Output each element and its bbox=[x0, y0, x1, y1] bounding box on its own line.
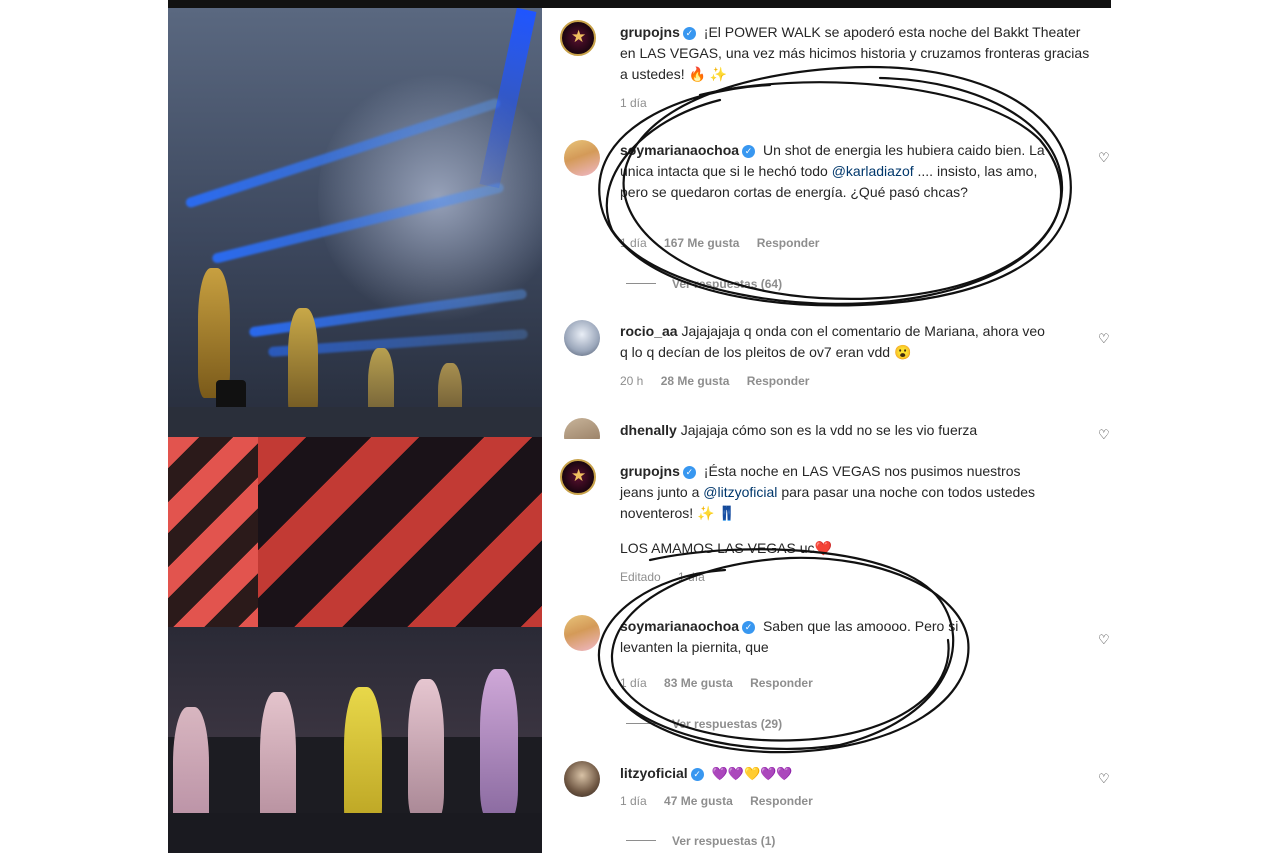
heart-icon[interactable]: ♡ bbox=[1098, 151, 1111, 165]
replies-line bbox=[626, 840, 656, 841]
caption-username[interactable]: grupojns bbox=[620, 463, 680, 479]
dhenally-avatar[interactable] bbox=[564, 418, 600, 439]
comment-time: 1 día bbox=[620, 794, 647, 808]
heart-icon[interactable]: ♡ bbox=[1098, 772, 1111, 786]
heart-icon[interactable]: ♡ bbox=[1098, 332, 1111, 346]
verified-badge-icon: ✓ bbox=[682, 466, 696, 479]
comment-mariana: soymarianaochoa ✓ Un shot de energia les … bbox=[620, 140, 1050, 203]
post-caption: grupojns ✓ ¡Ésta noche en LAS VEGAS nos p… bbox=[620, 461, 1050, 524]
verified-badge-icon: ✓ bbox=[742, 145, 756, 158]
post-two-comments: grupojns✓ ¡Ésta noche en LAS VEGAS nos p… bbox=[542, 453, 1111, 853]
led-screen-right bbox=[258, 437, 542, 627]
comment-dhenally: dhenally Jajajaja cómo son es la vdd no … bbox=[620, 420, 1050, 439]
post-one-comments: grupojns✓ ¡El POWER WALK se apoderó esta… bbox=[542, 8, 1111, 439]
comment-meta: 1 día 83 Me gusta Responder bbox=[620, 676, 827, 690]
led-screen-left bbox=[168, 437, 258, 657]
comments-panel: grupojns✓ ¡El POWER WALK se apoderó esta… bbox=[542, 8, 1111, 853]
reply-button[interactable]: Responder bbox=[750, 794, 813, 808]
mention-link[interactable]: @karladiazof bbox=[832, 163, 914, 179]
litzyoficial-avatar[interactable] bbox=[564, 761, 600, 797]
comment-likes[interactable]: 28 Me gusta bbox=[661, 374, 730, 388]
performer-gold bbox=[288, 308, 318, 423]
replies-line bbox=[626, 723, 656, 724]
comment-mariana: soymarianaochoa ✓ Saben que las amoooo. P… bbox=[620, 616, 970, 658]
concert-photo-bottom bbox=[168, 437, 542, 853]
comment-meta: 1 día 47 Me gusta Responder bbox=[620, 794, 827, 808]
comment-username[interactable]: soymarianaochoa bbox=[620, 618, 739, 634]
comment-likes[interactable]: 83 Me gusta bbox=[664, 676, 733, 690]
performer-pink bbox=[408, 679, 444, 821]
stage-floor bbox=[168, 407, 542, 437]
comment-litzy: litzyoficial ✓ 💜💜💛💜💜 bbox=[620, 763, 1050, 784]
view-replies-button[interactable]: Ver respuestas (64) bbox=[626, 277, 782, 291]
mention-link[interactable]: @litzyoficial bbox=[703, 484, 777, 500]
view-replies-label: Ver respuestas (1) bbox=[672, 834, 776, 848]
reply-button[interactable]: Responder bbox=[750, 676, 813, 690]
replies-line bbox=[626, 283, 656, 284]
view-replies-label: Ver respuestas (29) bbox=[672, 717, 783, 731]
comment-likes[interactable]: 167 Me gusta bbox=[664, 236, 739, 250]
comment-meta: 1 día 167 Me gusta Responder bbox=[620, 236, 833, 250]
comment-text: Jajajajaja q onda con el comentario de M… bbox=[620, 323, 1045, 360]
view-replies-label: Ver respuestas (64) bbox=[672, 277, 783, 291]
heart-icon[interactable]: ♡ bbox=[1098, 633, 1111, 647]
comment-username[interactable]: soymarianaochoa bbox=[620, 142, 739, 158]
comment-likes[interactable]: 47 Me gusta bbox=[664, 794, 733, 808]
rocio-aa-avatar[interactable] bbox=[564, 320, 600, 356]
comment-username[interactable]: dhenally bbox=[620, 422, 677, 438]
top-black-bar bbox=[168, 0, 1111, 8]
view-replies-button[interactable]: Ver respuestas (1) bbox=[626, 834, 775, 848]
view-replies-button[interactable]: Ver respuestas (29) bbox=[626, 717, 782, 731]
comment-text: Jajajaja cómo son es la vdd no se les vi… bbox=[680, 422, 978, 438]
caption-meta: 1 día bbox=[620, 96, 661, 110]
verified-badge-icon: ✓ bbox=[742, 621, 756, 634]
caption-username[interactable]: grupojns bbox=[620, 24, 680, 40]
grupojns-avatar[interactable] bbox=[560, 20, 596, 56]
performer-lilac bbox=[480, 669, 518, 819]
caption-meta: Editado 1 día bbox=[620, 570, 719, 584]
comment-username[interactable]: litzyoficial bbox=[620, 765, 688, 781]
caption-time: 1 día bbox=[620, 96, 647, 110]
heart-icon[interactable]: ♡ bbox=[1098, 428, 1111, 440]
comment-meta: 20 h 28 Me gusta Responder bbox=[620, 374, 823, 388]
comment-time: 20 h bbox=[620, 374, 644, 388]
post-caption: grupojns ✓ ¡El POWER WALK se apoderó esta… bbox=[620, 22, 1090, 85]
soymarianaochoa-avatar[interactable] bbox=[564, 615, 600, 651]
stage-floor bbox=[168, 813, 542, 853]
comment-time: 1 día bbox=[620, 676, 647, 690]
verified-badge-icon: ✓ bbox=[690, 768, 704, 781]
comment-username[interactable]: rocio_aa bbox=[620, 323, 678, 339]
reply-button[interactable]: Responder bbox=[757, 236, 820, 250]
edited-label: Editado bbox=[620, 570, 661, 584]
comment-time: 1 día bbox=[620, 236, 647, 250]
comment-rocio: rocio_aa Jajajajaja q onda con el coment… bbox=[620, 321, 1050, 363]
comment-text: 💜💜💛💜💜 bbox=[711, 766, 793, 781]
verified-badge-icon: ✓ bbox=[682, 27, 696, 40]
caption-second-line: LOS AMAMOS LAS VEGAS uc❤️ bbox=[620, 540, 832, 556]
soymarianaochoa-avatar[interactable] bbox=[564, 140, 600, 176]
reply-button[interactable]: Responder bbox=[747, 374, 810, 388]
performer-gold bbox=[198, 268, 230, 398]
caption-time: 1 día bbox=[678, 570, 705, 584]
grupojns-avatar[interactable] bbox=[560, 459, 596, 495]
concert-photo-top bbox=[168, 8, 542, 437]
